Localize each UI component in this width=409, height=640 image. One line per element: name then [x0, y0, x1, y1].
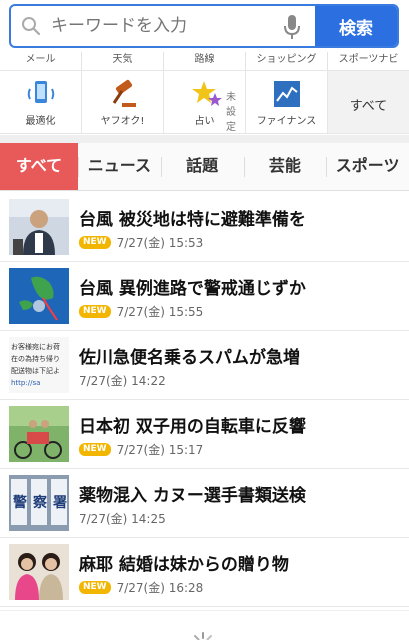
thumb-text: 署: [52, 495, 67, 511]
phone-optimize-icon: [27, 81, 54, 103]
search-icon: [22, 17, 41, 36]
thumb-text: http://sa: [11, 379, 40, 387]
news-date: 7/27(金) 16:28: [116, 581, 204, 595]
news-date: 7/27(金) 15:55: [116, 305, 204, 319]
service-fortune-label: 占い: [194, 116, 215, 127]
service-grid: 最適化 ヤフオク! 未設定 占い ファイナンス すべて: [0, 70, 409, 134]
thumb-text: お客様宛にお荷: [11, 342, 60, 351]
thumb-text: 在の為持ち帰り: [11, 354, 60, 363]
service-auction-label: ヤフオク!: [100, 116, 145, 127]
news-title: 台風 異例進路で警戒通じずか: [79, 279, 306, 299]
news-item[interactable]: 台風 異例進路で警戒通じずか NEW 7/27(金) 15:55: [0, 262, 409, 331]
search-bar: 検索: [0, 0, 409, 52]
news-date: 7/27(金) 15:53: [116, 236, 204, 250]
news-title: 薬物混入 カヌー選手書類送検: [79, 486, 306, 506]
news-date: 7/27(金) 15:17: [116, 443, 204, 457]
microphone-icon[interactable]: [283, 14, 301, 40]
search-box: 検索: [9, 4, 399, 48]
tab-sports[interactable]: スポーツ: [326, 143, 409, 190]
news-item[interactable]: 警 察 署 薬物混入 カヌー選手書類送検 7/27(金) 14:25: [0, 469, 409, 538]
news-meta: NEW 7/27(金) 16:28: [79, 579, 203, 596]
news-thumbnail: [9, 406, 69, 462]
finance-chart-icon: [273, 81, 300, 107]
news-thumbnail: [9, 268, 69, 324]
service-link-mail[interactable]: メール: [0, 52, 82, 70]
news-title: 日本初 双子用の自転車に反響: [79, 417, 306, 437]
news-thumbnail: お客様宛にお荷 在の為持ち帰り 配送物は下記よ http://sa: [9, 337, 69, 393]
news-meta: NEW 7/27(金) 15:53: [79, 234, 203, 251]
news-thumbnail: [9, 199, 69, 255]
service-finance-label: ファイナンス: [256, 116, 317, 127]
news-date: 7/27(金) 14:25: [79, 512, 166, 526]
service-link-sportsnavi[interactable]: スポーツナビ: [328, 52, 409, 70]
search-input[interactable]: [51, 6, 271, 46]
loading-spinner-icon: [194, 632, 212, 640]
service-auction[interactable]: ヤフオク!: [82, 71, 164, 133]
news-title: 台風 被災地は特に避難準備を: [79, 210, 306, 230]
thumb-text: 警: [13, 494, 27, 511]
new-badge: NEW: [79, 236, 111, 249]
news-title: 佐川急便名乗るスパムが急増: [79, 348, 300, 368]
service-link-transit[interactable]: 路線: [164, 52, 246, 70]
news-meta: 7/27(金) 14:22: [79, 372, 166, 389]
news-tabs: すべて ニュース 話題 芸能 スポーツ: [0, 143, 409, 191]
new-badge: NEW: [79, 581, 111, 594]
new-badge: NEW: [79, 443, 111, 456]
service-top-row: メール 天気 路線 ショッピング スポーツナビ: [0, 52, 409, 70]
news-meta: 7/27(金) 14:25: [79, 510, 166, 527]
news-meta: NEW 7/27(金) 15:17: [79, 441, 203, 458]
news-item[interactable]: お客様宛にお荷 在の為持ち帰り 配送物は下記よ http://sa 佐川急便名乗…: [0, 331, 409, 400]
thumb-text: 察: [33, 494, 48, 511]
service-fortune[interactable]: 未設定 占い: [164, 71, 246, 133]
service-optimize-label: 最適化: [25, 116, 56, 127]
news-item[interactable]: 台風 被災地は特に避難準備を NEW 7/27(金) 15:53: [0, 193, 409, 262]
tab-entertainment[interactable]: 芸能: [243, 143, 327, 190]
news-list: 台風 被災地は特に避難準備を NEW 7/27(金) 15:53 台風 異例進路…: [0, 193, 409, 607]
news-item[interactable]: 日本初 双子用の自転車に反響 NEW 7/27(金) 15:17: [0, 400, 409, 469]
new-badge: NEW: [79, 305, 111, 318]
news-title: 麻耶 結婚は妹からの贈り物: [79, 555, 289, 575]
loading-area: [0, 610, 409, 640]
search-button[interactable]: 検索: [315, 6, 397, 46]
auction-gavel-icon: [112, 79, 136, 107]
tab-news[interactable]: ニュース: [78, 143, 161, 190]
news-meta: NEW 7/27(金) 15:55: [79, 303, 203, 320]
news-thumbnail: 警 察 署: [9, 475, 69, 531]
service-link-shopping[interactable]: ショッピング: [246, 52, 328, 70]
service-link-weather[interactable]: 天気: [82, 52, 164, 70]
news-thumbnail: [9, 544, 69, 600]
tab-topics[interactable]: 話題: [160, 143, 244, 190]
service-all[interactable]: すべて: [328, 71, 409, 133]
section-divider: [0, 135, 409, 143]
service-all-label: すべて: [349, 99, 388, 114]
tab-all[interactable]: すべて: [0, 143, 78, 190]
news-item[interactable]: 麻耶 結婚は妹からの贈り物 NEW 7/27(金) 16:28: [0, 538, 409, 607]
fortune-stars-icon: [192, 81, 222, 106]
service-optimize[interactable]: 最適化: [0, 71, 82, 133]
thumb-text: 配送物は下記よ: [11, 366, 60, 375]
news-date: 7/27(金) 14:22: [79, 374, 166, 388]
service-finance[interactable]: ファイナンス: [246, 71, 328, 133]
